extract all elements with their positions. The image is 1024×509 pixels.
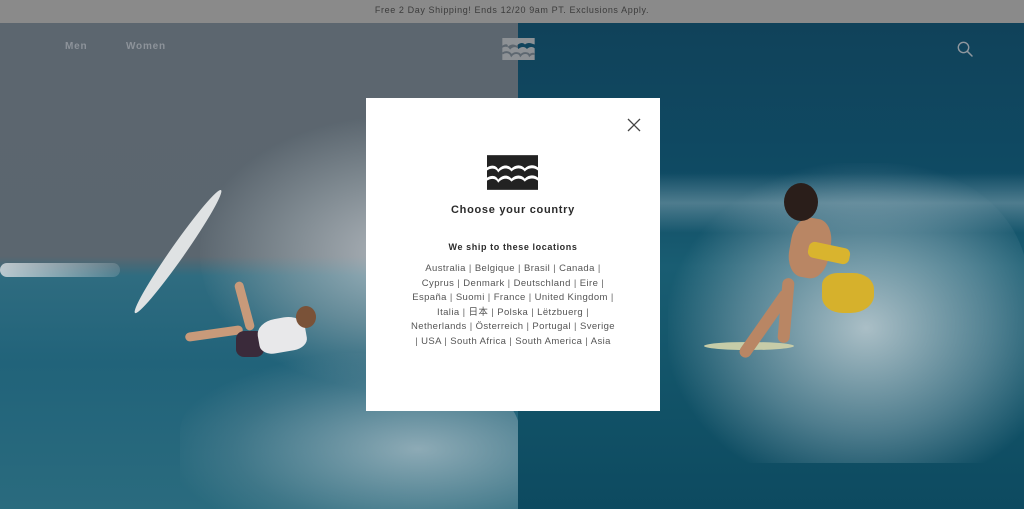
search-icon[interactable] — [956, 40, 974, 58]
close-icon[interactable] — [626, 117, 642, 133]
separator: | — [601, 277, 605, 289]
country-link[interactable]: Deutschland — [514, 278, 571, 289]
country-selector-modal: Choose your country We ship to these loc… — [366, 98, 660, 411]
surfer-head — [784, 183, 818, 221]
country-link[interactable]: Brasil — [524, 263, 550, 274]
country-list: Australia | Belgique | Brasil | Canada |… — [410, 262, 616, 349]
promo-text: Free 2 Day Shipping! Ends 12/20 9am PT. … — [374, 5, 650, 15]
separator: | — [526, 321, 530, 332]
country-link[interactable]: Australia — [425, 263, 466, 274]
country-link[interactable]: Netherlands — [411, 321, 467, 332]
horizon-foam — [0, 263, 120, 277]
separator: | — [518, 263, 521, 274]
separator: | — [573, 277, 577, 289]
country-link[interactable]: España — [412, 292, 447, 303]
country-link[interactable]: Italia — [437, 307, 459, 318]
country-link[interactable]: Eire — [580, 278, 599, 289]
promo-banner: Free 2 Day Shipping! Ends 12/20 9am PT. … — [0, 0, 1024, 23]
separator: | — [507, 277, 511, 289]
separator: | — [553, 263, 557, 274]
wave-foam — [668, 163, 1024, 463]
separator: | — [597, 263, 601, 274]
country-link[interactable]: Denmark — [463, 278, 504, 289]
separator: | — [457, 277, 461, 289]
separator: | — [468, 263, 472, 274]
country-link[interactable]: France — [494, 292, 526, 303]
modal-title: Choose your country — [451, 204, 575, 216]
separator: | — [469, 321, 473, 332]
separator: | — [415, 335, 419, 347]
country-link[interactable]: Österreich — [476, 321, 524, 332]
surfer-head — [296, 306, 316, 328]
separator: | — [449, 292, 453, 303]
country-link[interactable]: USA — [421, 336, 441, 347]
separator: | — [444, 335, 448, 347]
separator: | — [487, 292, 491, 303]
billabong-logo-icon[interactable] — [501, 38, 536, 60]
country-link[interactable]: Suomi — [456, 292, 485, 303]
country-link[interactable]: South America — [515, 336, 582, 347]
separator: | — [574, 321, 577, 332]
billabong-logo-icon — [487, 155, 538, 190]
country-link[interactable]: United Kingdom — [535, 292, 608, 303]
country-link[interactable]: Portugal — [532, 321, 571, 332]
separator: | — [491, 306, 495, 318]
country-link[interactable]: Belgique — [475, 263, 515, 274]
country-link[interactable]: Lëtzbuerg — [537, 307, 583, 318]
separator: | — [610, 292, 614, 303]
separator: | — [462, 306, 466, 318]
separator: | — [531, 306, 535, 318]
country-link[interactable]: South Africa — [450, 336, 506, 347]
modal-subtitle: We ship to these locations — [448, 242, 578, 252]
country-link[interactable]: Canada — [559, 263, 595, 274]
country-link[interactable]: Sverige — [580, 321, 615, 332]
separator: | — [528, 292, 532, 303]
separator: | — [586, 306, 589, 318]
country-link[interactable]: Polska — [497, 307, 528, 318]
nav-women[interactable]: Women — [126, 41, 166, 52]
nav-men[interactable]: Men — [65, 41, 87, 52]
country-link[interactable]: Asia — [591, 336, 611, 347]
separator: | — [585, 335, 589, 347]
separator: | — [509, 335, 513, 347]
country-link[interactable]: Cyprus — [422, 278, 455, 289]
surfer-bikini-bottom — [822, 273, 874, 313]
country-link[interactable]: 日本 — [468, 307, 488, 318]
surfer-leg — [184, 325, 244, 342]
